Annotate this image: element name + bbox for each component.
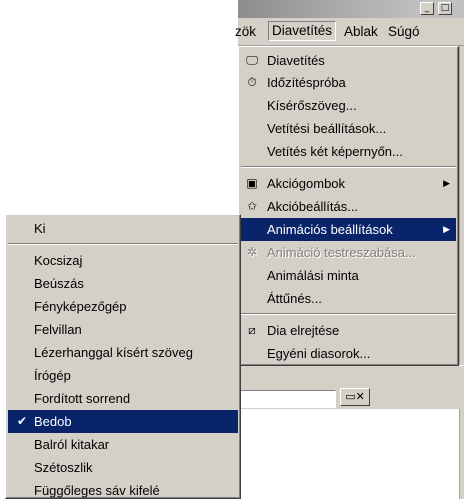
menu-item-vetitesi-beallitasok[interactable]: Vetítési beállítások... xyxy=(241,117,456,140)
menu-item-egyeni-diasorok[interactable]: Egyéni diasorok... xyxy=(241,342,456,365)
menu-item-animacio-testreszabasa: ✲ Animáció testreszabása... xyxy=(241,241,456,264)
minimize-button[interactable]: _ xyxy=(420,2,434,15)
close-window-icon: ▭✕ xyxy=(345,391,365,403)
menu-sugo[interactable]: Súgó xyxy=(388,24,420,39)
menu-separator xyxy=(241,313,456,315)
clock-icon: ⏱ xyxy=(247,75,257,89)
menu-eszközök[interactable]: zök xyxy=(235,24,256,39)
minimize-icon: _ xyxy=(424,3,430,13)
menu-item-dia-elrejtese[interactable]: ⧄ Dia elrejtése xyxy=(241,319,456,342)
menu-separator xyxy=(241,166,456,168)
menu-separator xyxy=(8,243,238,245)
submenu-item-szetoszlik[interactable]: Szétoszlik xyxy=(8,456,238,479)
background-toolbar xyxy=(238,365,464,389)
window-titlebar: _ □ xyxy=(238,0,464,18)
screen-icon: 🖵 xyxy=(246,53,258,67)
submenu-arrow-icon: ▶ xyxy=(443,224,450,234)
maximize-icon: □ xyxy=(440,3,450,13)
checkmark-icon: ✔ xyxy=(17,414,28,428)
menu-item-attunes[interactable]: Áttűnés... xyxy=(241,287,456,310)
diavetites-menu: 🖵 Diavetítés ⏱ Időzítéspróba Kísérőszöve… xyxy=(238,46,459,366)
maximize-button[interactable]: □ xyxy=(438,2,452,15)
menu-item-akciobeallitas[interactable]: ✩ Akcióbeállítás... xyxy=(241,195,456,218)
menubar: zök Diavetítés Ablak Súgó xyxy=(235,18,464,46)
menu-item-kiseroszoveg[interactable]: Kísérőszöveg... xyxy=(241,94,456,117)
animacios-beallitasok-submenu: Ki Kocsizaj Beúszás Fényképezőgép Felvil… xyxy=(5,214,241,499)
submenu-item-balrol-kitakar[interactable]: Balról kitakar xyxy=(8,433,238,456)
submenu-arrow-icon: ▶ xyxy=(443,178,450,188)
menu-item-akciogombok[interactable]: ▣ Akciógombok ▶ xyxy=(241,172,456,195)
menu-item-diavetites[interactable]: 🖵 Diavetítés xyxy=(241,49,456,72)
toolbar-button[interactable]: ▭✕ xyxy=(340,388,370,406)
menu-item-idozitesproba[interactable]: ⏱ Időzítéspróba xyxy=(241,71,456,94)
custom-animation-icon: ✲ xyxy=(246,245,258,259)
submenu-item-fenykepezogep[interactable]: Fényképezőgép xyxy=(8,295,238,318)
submenu-item-ki[interactable]: Ki xyxy=(8,217,238,240)
submenu-item-felvillan[interactable]: Felvillan xyxy=(8,318,238,341)
menu-item-animalasi-minta[interactable]: Animálási minta xyxy=(241,264,456,287)
menu-ablak[interactable]: Ablak xyxy=(344,24,378,39)
window-edge xyxy=(459,46,464,499)
submenu-item-forditott-sorrend[interactable]: Fordított sorrend xyxy=(8,387,238,410)
menu-item-animacios-beallitasok[interactable]: Animációs beállítások ▶ xyxy=(241,218,456,241)
titlebar-gradient xyxy=(238,0,418,18)
submenu-item-beuszas[interactable]: Beúszás xyxy=(8,272,238,295)
submenu-item-kocsizaj[interactable]: Kocsizaj xyxy=(8,249,238,272)
submenu-item-irogep[interactable]: Írógép xyxy=(8,364,238,387)
submenu-item-bedob[interactable]: ✔ Bedob xyxy=(8,410,238,433)
menu-diavetites[interactable]: Diavetítés xyxy=(268,21,337,41)
submenu-item-lezerhanggal[interactable]: Lézerhanggal kísért szöveg xyxy=(8,341,238,364)
toolbar-field[interactable] xyxy=(240,390,336,408)
star-hand-icon: ✩ xyxy=(246,199,258,213)
hide-slide-icon: ⧄ xyxy=(248,323,256,337)
menu-item-vetites-ket-kepernyon[interactable]: Vetítés két képernyőn... xyxy=(241,140,456,163)
action-buttons-icon: ▣ xyxy=(246,176,258,190)
